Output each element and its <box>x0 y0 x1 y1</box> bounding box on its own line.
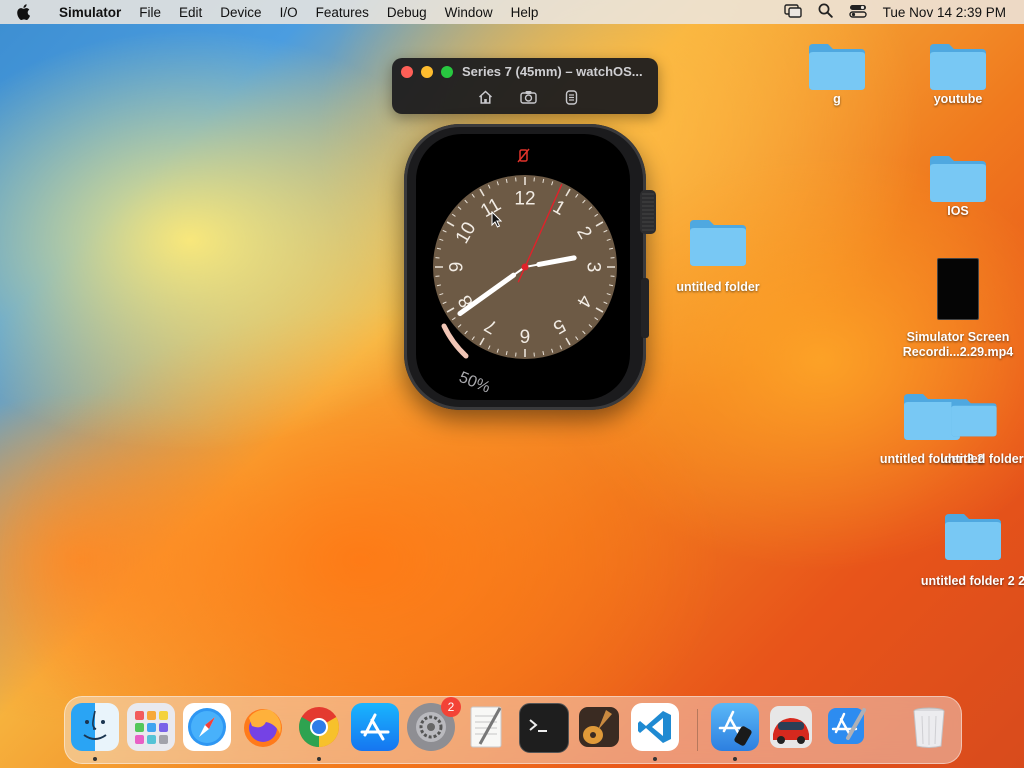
desktop-icon-label: untitled folder 2 <box>940 452 1024 466</box>
desktop-icon-label: untitled folder 2 2 <box>920 574 1024 588</box>
folder-icon <box>927 152 989 204</box>
disconnected-phone-icon <box>517 148 530 163</box>
menu-help[interactable]: Help <box>502 5 548 20</box>
close-window-button[interactable] <box>401 66 413 78</box>
desktop-icon-label: Simulator Screen Recordi...2.29.mp4 <box>902 330 1014 359</box>
menu-bar: Simulator File Edit Device I/O Features … <box>0 0 1024 24</box>
simulator-window-title: Series 7 (45mm) – watchOS... <box>462 64 643 79</box>
folder-icon <box>927 40 989 92</box>
spotlight-search-icon[interactable] <box>818 3 833 21</box>
folder-icon <box>949 392 999 442</box>
menu-file[interactable]: File <box>130 5 170 20</box>
home-icon[interactable] <box>476 89 494 105</box>
apple-menu-icon[interactable] <box>16 3 36 21</box>
rotate-icon[interactable] <box>562 89 580 105</box>
status-area: Tue Nov 14 2:39 PM <box>783 3 1006 21</box>
trash-icon[interactable] <box>905 703 953 751</box>
dial-numeral: 12 <box>514 189 535 210</box>
screen-mirroring-icon[interactable] <box>783 3 802 21</box>
menu-clock[interactable]: Tue Nov 14 2:39 PM <box>883 5 1006 20</box>
desktop-folder-untitled-folder-2-2-b[interactable]: untitled folder 2 2 <box>916 510 1024 589</box>
desktop-file-screen-recording[interactable]: Simulator Screen Recordi...2.29.mp4 <box>898 258 1018 360</box>
desktop-icon-label: untitled folder <box>676 280 760 294</box>
running-indicator <box>93 757 97 761</box>
simulator-icon[interactable] <box>711 703 759 751</box>
desktop-folder-youtube[interactable]: youtube <box>898 40 1018 107</box>
menu-io[interactable]: I/O <box>271 5 307 20</box>
folder-icon <box>687 216 749 268</box>
menu-window[interactable]: Window <box>436 5 502 20</box>
app-store-icon[interactable] <box>351 703 399 751</box>
desktop-icon-label: IOS <box>947 204 969 218</box>
desktop-folder-g[interactable]: g <box>777 40 897 107</box>
battery-percent: 50% <box>457 369 493 397</box>
minimize-window-button[interactable] <box>421 66 433 78</box>
desktop-folder-untitled-folder-2[interactable]: untitled folder 2 <box>914 392 1024 467</box>
menu-features[interactable]: Features <box>307 5 378 20</box>
menu-device[interactable]: Device <box>211 5 270 20</box>
running-indicator <box>733 757 737 761</box>
chrome-icon[interactable] <box>295 703 343 751</box>
simulator-window-toolbar[interactable]: Series 7 (45mm) – watchOS... <box>392 58 658 114</box>
launchpad-icon[interactable] <box>127 703 175 751</box>
menu-app-name[interactable]: Simulator <box>50 5 130 20</box>
settings-icon[interactable]: 2 <box>407 697 461 751</box>
watch-body: 12 1 2 3 4 5 6 7 8 9 10 11 50% <box>404 124 646 410</box>
textedit-icon[interactable] <box>463 703 511 751</box>
watch-screen[interactable]: 12 1 2 3 4 5 6 7 8 9 10 11 50% <box>416 134 630 400</box>
running-indicator <box>653 757 657 761</box>
desktop-folder-untitled-folder[interactable]: untitled folder <box>658 216 778 295</box>
xcode-icon[interactable] <box>823 703 871 751</box>
dial-numeral: 9 <box>447 262 468 273</box>
dial-numeral: 6 <box>520 325 531 346</box>
safari-icon[interactable] <box>183 703 231 751</box>
garageband-icon[interactable] <box>575 703 623 751</box>
running-indicator <box>317 757 321 761</box>
screenshot-icon[interactable] <box>519 89 537 105</box>
firefox-icon[interactable] <box>239 703 287 751</box>
menu-debug[interactable]: Debug <box>378 5 436 20</box>
mouse-cursor-icon <box>491 210 503 233</box>
terminal-icon[interactable] <box>519 703 569 753</box>
folder-icon <box>942 510 1004 562</box>
video-file-icon <box>937 258 979 320</box>
digital-crown[interactable] <box>640 190 656 234</box>
menu-edit[interactable]: Edit <box>170 5 211 20</box>
notification-badge: 2 <box>441 697 461 717</box>
finder-icon[interactable] <box>71 703 119 751</box>
hand-pivot <box>521 263 529 271</box>
control-center-icon[interactable] <box>848 4 867 21</box>
racing-game-icon[interactable] <box>767 703 815 751</box>
desktop-folder-ios[interactable]: IOS <box>898 152 1018 219</box>
desktop-icon-label: g <box>833 92 841 106</box>
desktop-icon-label: youtube <box>933 92 983 106</box>
dock: 2 <box>64 696 962 764</box>
watch-face[interactable]: 12 1234567891011 50% <box>416 134 630 400</box>
folder-icon <box>806 40 868 92</box>
vscode-icon[interactable] <box>631 703 679 751</box>
side-button[interactable] <box>641 278 649 338</box>
dock-separator <box>697 709 698 751</box>
zoom-window-button[interactable] <box>441 66 453 78</box>
dial-numeral: 3 <box>583 262 604 273</box>
